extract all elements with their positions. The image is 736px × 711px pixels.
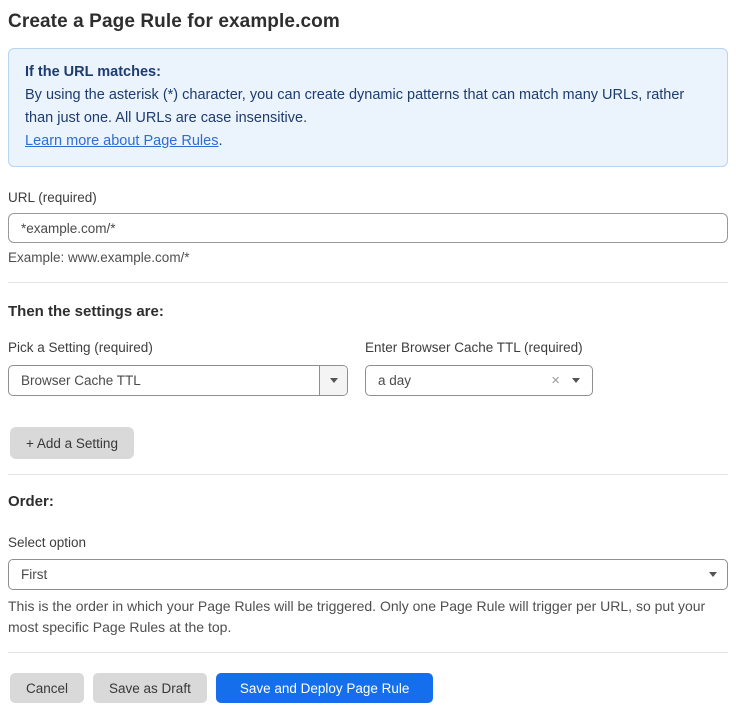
setting-picker-value: Browser Cache TTL [9,373,319,388]
learn-more-link[interactable]: Learn more about Page Rules [25,133,218,149]
order-helper-text: This is the order in which your Page Rul… [8,596,728,638]
ttl-picker-value: a day [366,373,551,388]
info-box-heading: If the URL matches: [25,61,711,84]
link-period: . [218,133,222,149]
url-field-label: URL (required) [8,190,728,205]
order-select[interactable]: First [8,559,728,590]
url-input[interactable] [8,213,728,243]
order-select-value: First [9,567,699,582]
settings-row: Pick a Setting (required) Browser Cache … [8,340,728,396]
clear-icon[interactable]: × [551,373,566,388]
setting-picker-caret-button[interactable] [319,366,347,395]
order-section-heading: Order: [8,493,728,510]
setting-picker-label: Pick a Setting (required) [8,340,348,355]
divider [8,474,728,475]
ttl-picker-label: Enter Browser Cache TTL (required) [365,340,593,355]
page-title: Create a Page Rule for example.com [8,11,728,33]
ttl-caret-wrap [566,378,592,383]
settings-section-heading: Then the settings are: [8,303,728,320]
divider [8,282,728,283]
setting-picker-select[interactable]: Browser Cache TTL [8,365,348,396]
caret-down-icon [709,572,717,577]
page-rule-form: Create a Page Rule for example.com If th… [0,0,736,711]
url-match-info-box: If the URL matches: By using the asteris… [8,48,728,167]
order-caret-wrap [699,572,727,577]
ttl-picker-select[interactable]: a day × [365,365,593,396]
caret-down-icon [330,378,338,383]
info-box-link-line: Learn more about Page Rules. [25,130,711,153]
order-select-label: Select option [8,535,728,550]
url-example-helper: Example: www.example.com/* [8,250,728,265]
info-box-body: By using the asterisk (*) character, you… [25,84,711,130]
cancel-button[interactable]: Cancel [10,673,84,703]
save-as-draft-button[interactable]: Save as Draft [93,673,207,703]
add-setting-button[interactable]: + Add a Setting [10,427,134,459]
save-and-deploy-button[interactable]: Save and Deploy Page Rule [216,673,434,703]
footer-actions: Cancel Save as Draft Save and Deploy Pag… [10,673,728,703]
setting-picker-column: Pick a Setting (required) Browser Cache … [8,340,348,396]
divider [8,652,728,653]
caret-down-icon [572,378,580,383]
ttl-picker-column: Enter Browser Cache TTL (required) a day… [365,340,593,396]
